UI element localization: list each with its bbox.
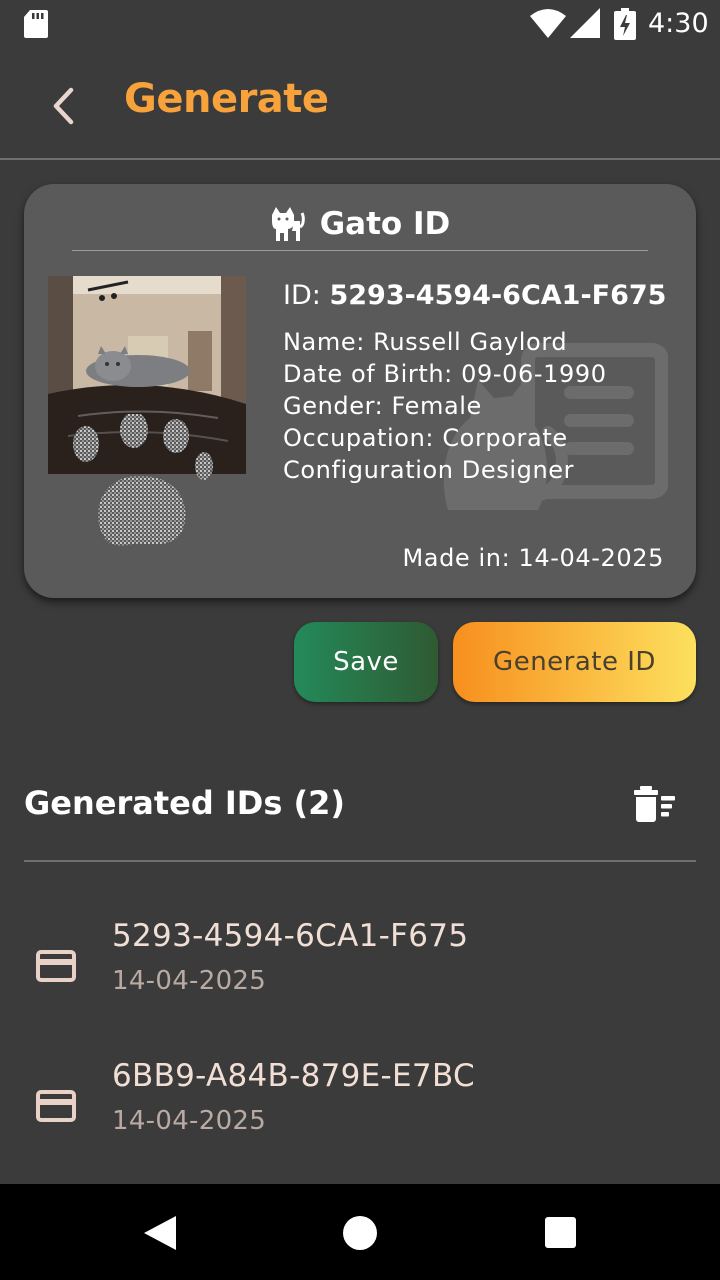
chevron-left-icon bbox=[53, 87, 74, 125]
history-item[interactable]: 5293-4594-6CA1-F675 14-04-2025 bbox=[0, 890, 720, 1010]
save-button[interactable]: Save bbox=[294, 622, 438, 702]
card-title: Gato ID bbox=[319, 206, 451, 242]
wifi-icon bbox=[530, 9, 566, 38]
credit-card-icon bbox=[36, 950, 76, 982]
name-field: Name: Russell Gaylord bbox=[283, 328, 568, 356]
nav-recents-icon[interactable] bbox=[545, 1217, 576, 1248]
id-card: Gato ID ID: 5293-4594-6CA1-F675 Name: Ru… bbox=[24, 184, 696, 598]
id-value: 5293-4594-6CA1-F675 bbox=[329, 280, 667, 311]
history-item-id: 6BB9-A84B-879E-E7BC bbox=[112, 1058, 475, 1094]
generate-id-button[interactable]: Generate ID bbox=[453, 622, 696, 702]
history-divider bbox=[24, 860, 696, 862]
nav-home-icon[interactable] bbox=[343, 1216, 377, 1250]
credit-card-icon bbox=[36, 1090, 76, 1122]
status-bar: 4:30 bbox=[0, 0, 720, 50]
history-header: Generated IDs (2) bbox=[24, 784, 696, 830]
app-bar: Generate bbox=[0, 50, 720, 160]
history-item-date: 14-04-2025 bbox=[112, 1106, 267, 1136]
made-in-date: Made in: 14-04-2025 bbox=[402, 544, 664, 572]
clear-history-button[interactable] bbox=[634, 786, 678, 826]
id-label: ID: bbox=[283, 280, 321, 311]
signal-icon bbox=[570, 8, 600, 38]
system-nav-bar bbox=[0, 1184, 720, 1280]
card-divider bbox=[72, 250, 648, 251]
gender-field: Gender: Female bbox=[283, 392, 482, 420]
clock: 4:30 bbox=[648, 8, 709, 39]
back-button[interactable] bbox=[40, 84, 86, 128]
sd-card-icon bbox=[24, 10, 48, 38]
battery-charging-icon bbox=[614, 8, 636, 40]
paw-print-icon bbox=[73, 414, 213, 546]
history-item-id: 5293-4594-6CA1-F675 bbox=[112, 918, 469, 954]
occupation-field-cont: Configuration Designer bbox=[283, 456, 575, 484]
id-line: ID: 5293-4594-6CA1-F675 bbox=[283, 280, 666, 311]
history-item-date: 14-04-2025 bbox=[112, 966, 267, 996]
cat-icon bbox=[271, 207, 305, 241]
card-header: Gato ID bbox=[24, 202, 696, 246]
dob-field: Date of Birth: 09-06-1990 bbox=[283, 360, 607, 388]
history-title: Generated IDs (2) bbox=[24, 784, 346, 822]
page-title: Generate bbox=[124, 76, 329, 122]
nav-back-icon[interactable] bbox=[144, 1216, 176, 1250]
occupation-field: Occupation: Corporate bbox=[283, 424, 568, 452]
history-item[interactable]: 6BB9-A84B-879E-E7BC 14-04-2025 bbox=[0, 1030, 720, 1150]
delete-sweep-icon bbox=[634, 786, 675, 822]
